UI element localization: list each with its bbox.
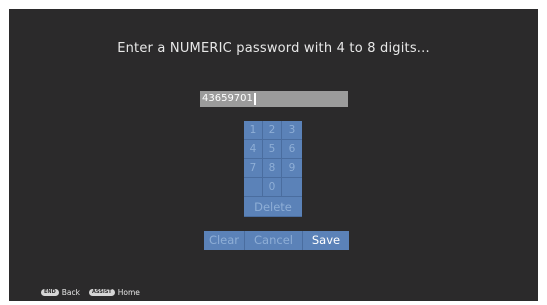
key-5[interactable]: 5 (263, 140, 282, 159)
key-9[interactable]: 9 (282, 159, 302, 178)
end-key-icon: END (41, 289, 59, 296)
password-value: 43659701 (202, 93, 253, 104)
key-2[interactable]: 2 (263, 121, 282, 140)
delete-button[interactable]: Delete (244, 197, 302, 217)
save-button[interactable]: Save (303, 231, 349, 250)
key-blank-right (282, 178, 302, 197)
password-screen: Enter a NUMERIC password with 4 to 8 dig… (9, 9, 538, 301)
home-hint[interactable]: Home (118, 288, 140, 297)
back-hint[interactable]: Back (62, 288, 80, 297)
assist-key-icon: ASSIST (88, 289, 115, 296)
key-blank-left (244, 178, 263, 197)
key-4[interactable]: 4 (244, 140, 263, 159)
key-1[interactable]: 1 (244, 121, 263, 140)
key-3[interactable]: 3 (282, 121, 302, 140)
key-7[interactable]: 7 (244, 159, 263, 178)
key-0[interactable]: 0 (263, 178, 282, 197)
key-8[interactable]: 8 (263, 159, 282, 178)
footer-hints: END Back ASSIST Home (41, 288, 140, 297)
clear-button[interactable]: Clear (204, 231, 245, 250)
password-input[interactable]: 43659701 (200, 91, 348, 107)
prompt-text: Enter a NUMERIC password with 4 to 8 dig… (117, 41, 430, 56)
cancel-button[interactable]: Cancel (245, 231, 303, 250)
key-6[interactable]: 6 (282, 140, 302, 159)
text-caret (253, 93, 256, 105)
